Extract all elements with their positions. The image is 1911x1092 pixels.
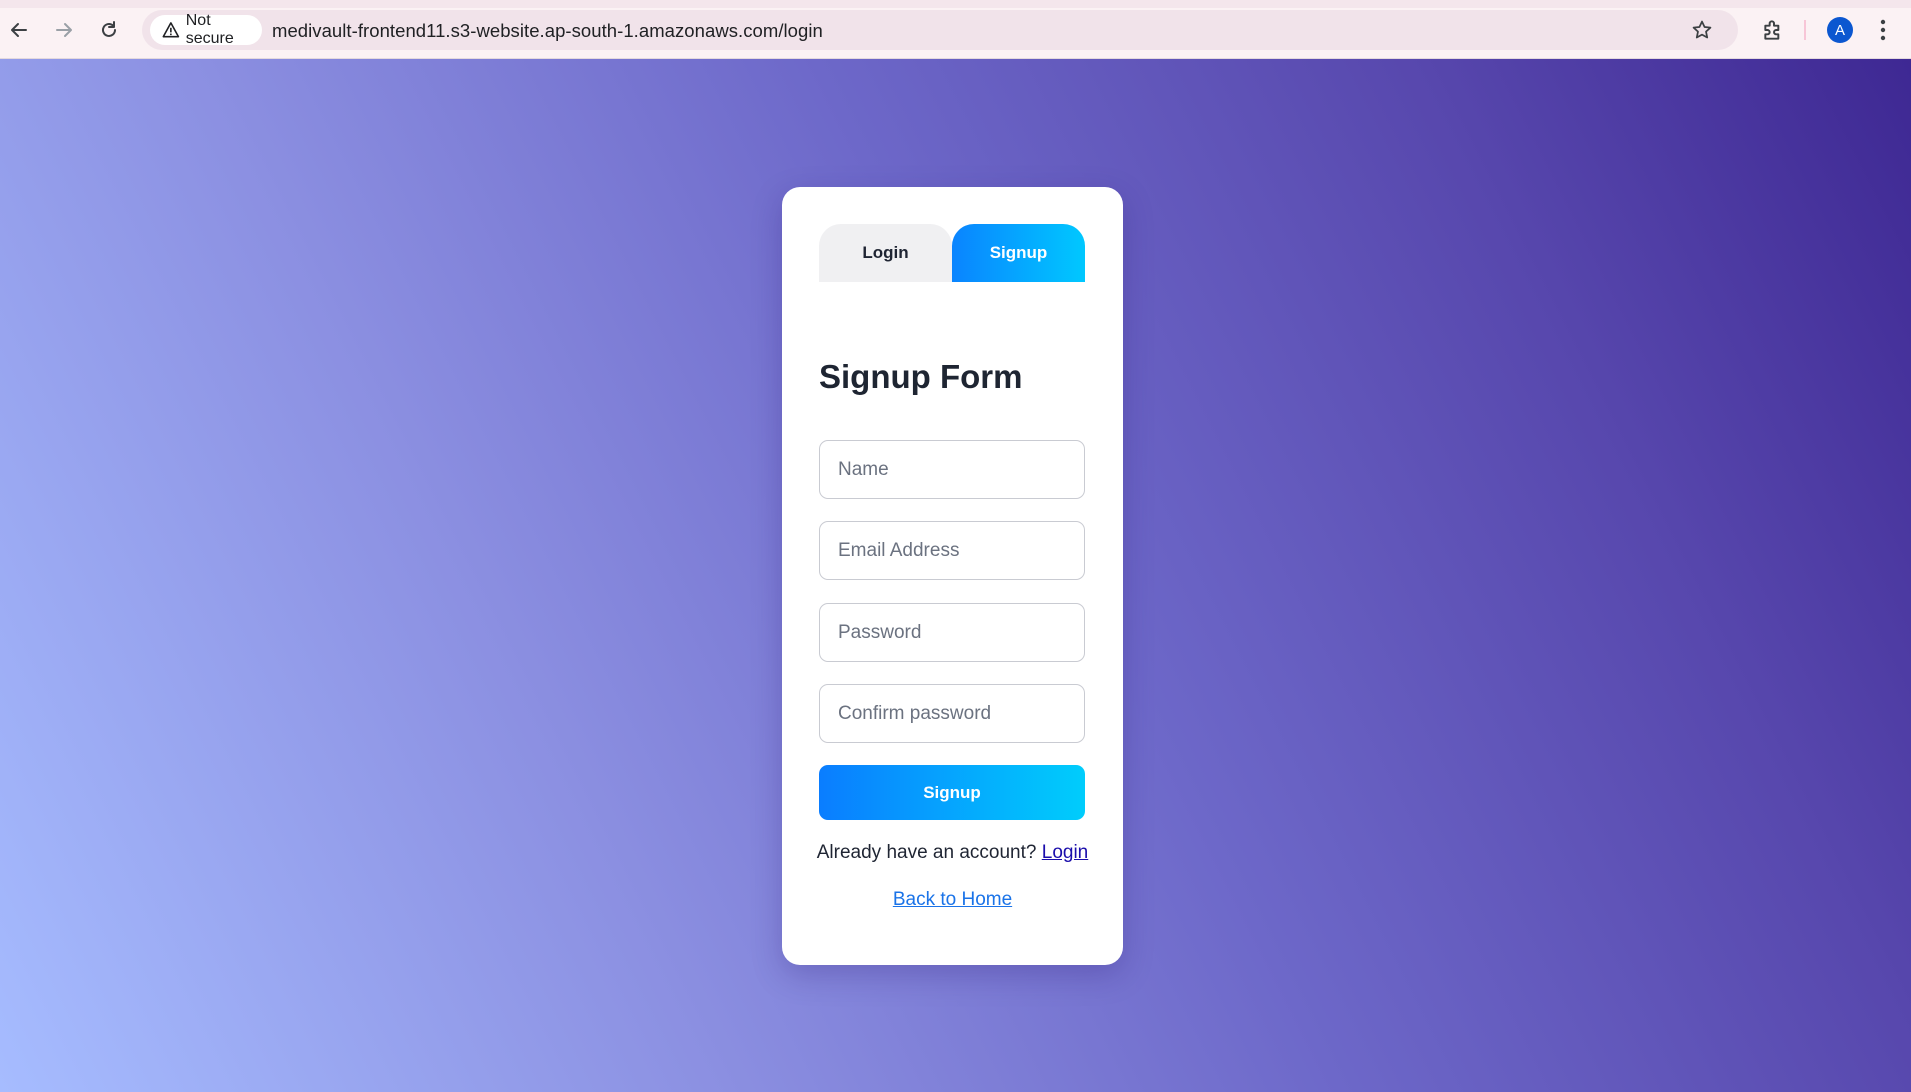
extensions-icon[interactable] [1761,17,1787,43]
url-text[interactable]: medivault-frontend11.s3-website.ap-south… [272,20,823,42]
email-input[interactable] [819,521,1085,580]
login-prompt: Already have an account? Login [782,842,1123,864]
star-icon[interactable] [1691,19,1713,41]
name-input[interactable] [819,440,1085,499]
password-input[interactable] [819,603,1085,662]
form-title: Signup Form [819,358,1023,395]
warning-icon [162,22,180,38]
security-chip[interactable]: Not secure [150,12,262,47]
kebab-menu-icon[interactable] [1878,18,1888,42]
toolbar-divider [1804,20,1806,40]
login-link[interactable]: Login [1042,842,1089,863]
security-label: Not secure [185,12,234,47]
back-to-home-link[interactable]: Back to Home [893,889,1012,910]
forward-icon[interactable] [47,13,81,47]
auth-tabs: Login Signup [819,224,1085,282]
browser-toolbar: Not secure medivault-frontend11.s3-websi… [0,0,1911,59]
auth-card: Login Signup Signup Form Signup Already … [782,187,1123,965]
tab-login[interactable]: Login [819,224,952,282]
signup-button[interactable]: Signup [819,765,1085,820]
confirm-password-input[interactable] [819,684,1085,743]
reload-icon[interactable] [92,13,126,47]
home-link-row: Back to Home [782,889,1123,911]
address-bar[interactable]: Not secure medivault-frontend11.s3-websi… [142,10,1738,50]
profile-avatar[interactable]: A [1827,17,1853,43]
account-prompt-text: Already have an account? [816,842,1037,863]
tab-signup[interactable]: Signup [952,224,1085,282]
page-background: Login Signup Signup Form Signup Already … [0,59,1911,1092]
back-icon[interactable] [2,13,36,47]
tab-strip [0,0,1911,8]
